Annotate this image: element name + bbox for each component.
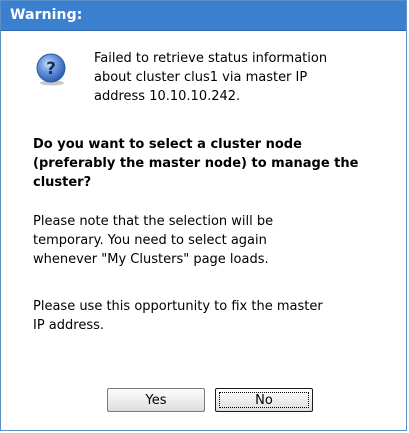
question-line: cluster? — [33, 175, 92, 190]
note-line: whenever "My Clusters" page loads. — [33, 252, 269, 267]
no-button[interactable]: No — [215, 388, 313, 412]
question-line: (preferably the master node) to manage t… — [33, 156, 359, 171]
no-button-label: No — [255, 392, 273, 408]
yes-button[interactable]: Yes — [107, 388, 205, 412]
question-line: Do you want to select a cluster node — [33, 137, 302, 152]
question-icon: ? — [34, 52, 68, 86]
dialog-title: Warning: — [10, 7, 83, 23]
title-bar[interactable]: Warning: — [1, 1, 406, 31]
note-line: IP address. — [33, 318, 105, 333]
fix-ip-note: Please use this opportunity to fix the m… — [33, 297, 393, 335]
message-line: address 10.10.10.242. — [94, 89, 241, 104]
note-line: Please note that the selection will be — [33, 214, 274, 229]
selection-note: Please note that the selection will be t… — [33, 212, 393, 269]
warning-dialog: Warning: ? Failed to retrieve status inf… — [0, 0, 407, 431]
message-line: about cluster clus1 via master IP — [94, 70, 308, 85]
question-text: Do you want to select a cluster node (pr… — [33, 135, 393, 192]
svg-text:?: ? — [46, 59, 56, 79]
error-message: Failed to retrieve status information ab… — [94, 49, 394, 106]
message-line: Failed to retrieve status information — [94, 51, 328, 66]
note-line: temporary. You need to select again — [33, 233, 267, 248]
note-line: Please use this opportunity to fix the m… — [33, 299, 323, 314]
